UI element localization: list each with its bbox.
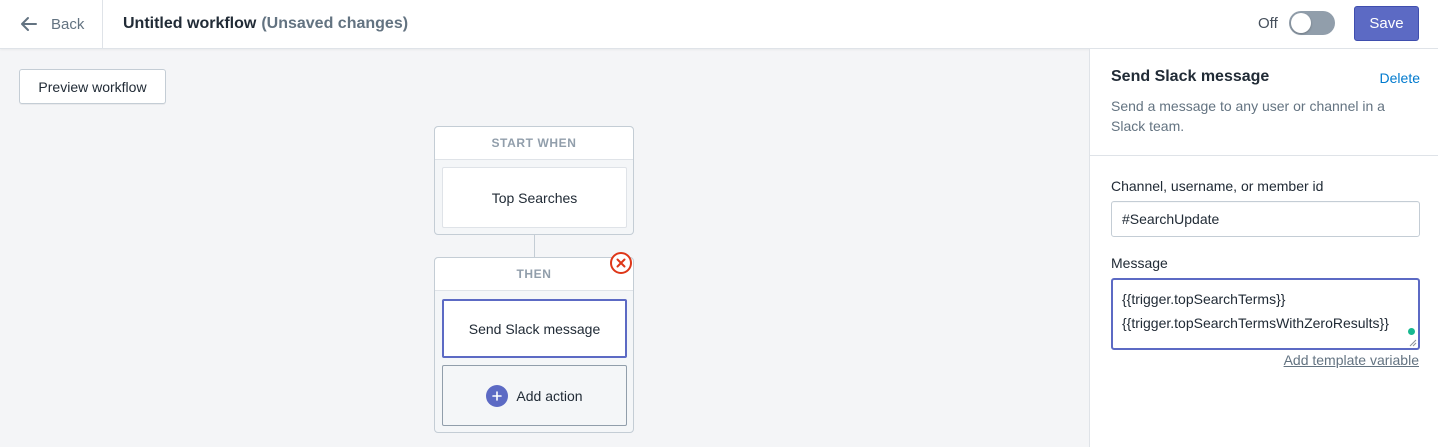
- message-field-label: Message: [1111, 255, 1168, 271]
- channel-input[interactable]: [1111, 201, 1420, 237]
- toggle-knob: [1291, 13, 1311, 33]
- action-label: Send Slack message: [468, 320, 601, 337]
- workflow-title: Untitled workflow: [123, 15, 257, 32]
- start-when-header: START WHEN: [435, 127, 633, 160]
- resize-grip-icon[interactable]: [1409, 339, 1417, 347]
- toggle-label: Off: [1258, 15, 1278, 32]
- action-settings-panel: Send Slack message Delete Send a message…: [1089, 49, 1438, 447]
- save-button[interactable]: Save: [1354, 6, 1419, 41]
- preview-workflow-button[interactable]: Preview workflow: [19, 69, 166, 104]
- page-title: Untitled workflow (Unsaved changes): [123, 0, 408, 48]
- then-header: THEN: [435, 258, 633, 291]
- arrow-left-icon: [21, 17, 37, 31]
- flow-connector: [534, 235, 535, 257]
- trigger-label: Top Searches: [491, 189, 578, 206]
- status-dot: [1408, 328, 1415, 335]
- message-textarea[interactable]: {{trigger.topSearchTerms}} {{trigger.top…: [1111, 278, 1420, 350]
- top-bar: Back Untitled workflow (Unsaved changes)…: [0, 0, 1438, 49]
- channel-field-label: Channel, username, or member id: [1111, 178, 1324, 194]
- panel-header: Send Slack message Delete Send a message…: [1090, 49, 1438, 156]
- then-group: THEN Send Slack message Add action: [434, 252, 634, 433]
- trigger-card-top-searches[interactable]: Top Searches: [442, 167, 627, 228]
- unsaved-indicator: (Unsaved changes): [261, 15, 409, 32]
- back-button[interactable]: Back: [0, 0, 103, 48]
- delete-link[interactable]: Delete: [1380, 70, 1420, 86]
- add-action-button[interactable]: Add action: [442, 365, 627, 426]
- workflow-toggle[interactable]: [1289, 11, 1335, 35]
- start-when-group: START WHEN Top Searches: [434, 126, 634, 235]
- plus-icon: [486, 384, 509, 407]
- action-card-send-slack-message[interactable]: Send Slack message: [442, 299, 627, 358]
- add-action-label: Add action: [516, 387, 583, 404]
- error-close-icon[interactable]: [610, 252, 632, 274]
- add-template-variable-link[interactable]: Add template variable: [1284, 352, 1419, 368]
- back-label: Back: [51, 15, 85, 33]
- panel-title: Send Slack message: [1111, 68, 1270, 85]
- panel-description: Send a message to any user or channel in…: [1111, 98, 1385, 134]
